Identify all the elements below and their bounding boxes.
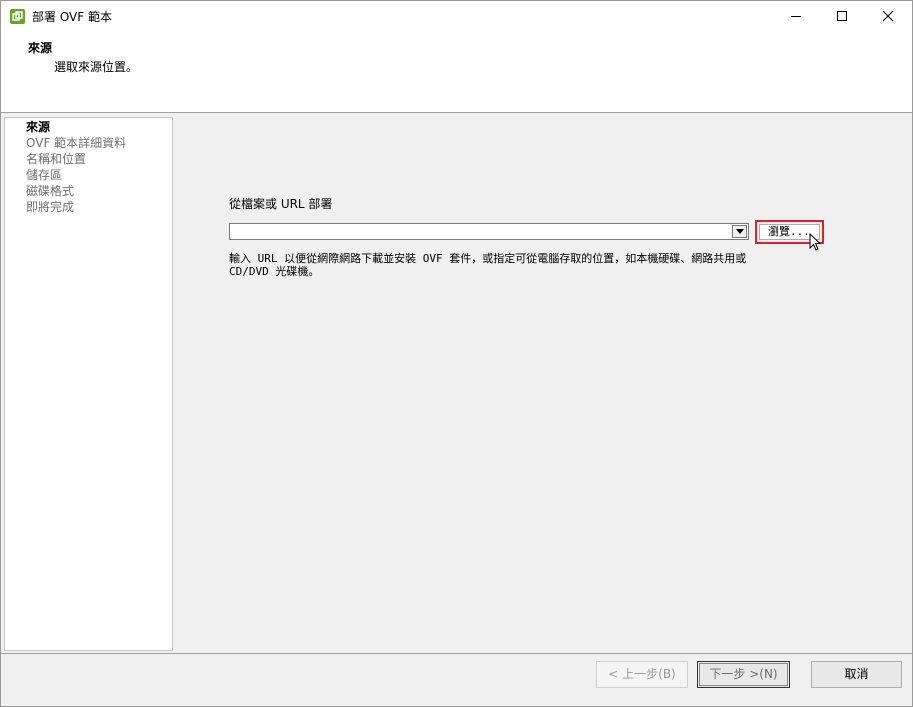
minimize-icon (791, 16, 801, 17)
combo-dropdown-button[interactable] (732, 225, 747, 238)
maximize-button[interactable] (820, 1, 866, 32)
deploy-from-label: 從檔案或 URL 部署 (229, 197, 333, 211)
chevron-down-icon (736, 229, 744, 234)
back-button[interactable]: < 上一步(B) (596, 661, 688, 688)
close-button[interactable] (866, 1, 912, 32)
next-button[interactable]: 下一步 >(N) (697, 661, 790, 688)
wizard-content: 來源 OVF 範本詳細資料 名稱和位置 儲存區 磁碟格式 即將完成 從檔案或 U… (1, 113, 912, 653)
window-title: 部署 OVF 範本 (32, 10, 112, 24)
minimize-button[interactable] (774, 1, 820, 32)
mouse-cursor-icon (809, 233, 821, 251)
vsphere-app-icon (10, 9, 25, 24)
step-ready-to-complete[interactable]: 即將完成 (26, 200, 74, 215)
close-icon (883, 11, 894, 22)
page-title: 來源 (28, 41, 53, 55)
step-ovf-details[interactable]: OVF 範本詳細資料 (26, 136, 126, 151)
step-storage[interactable]: 儲存區 (26, 168, 62, 183)
help-text: 輸入 URL 以便從網際網路下載並安裝 OVF 套件，或指定可從電腦存取的位置，… (229, 252, 747, 278)
title-bar: 部署 OVF 範本 (1, 1, 912, 32)
wizard-footer: < 上一步(B) 下一步 >(N) 取消 (1, 654, 912, 706)
wizard-header: 來源 選取來源位置。 (1, 32, 912, 112)
step-nav-panel: 來源 OVF 範本詳細資料 名稱和位置 儲存區 磁碟格式 即將完成 (4, 117, 173, 651)
cancel-button[interactable]: 取消 (811, 661, 902, 688)
url-combobox[interactable] (229, 223, 749, 240)
url-input[interactable] (230, 224, 730, 239)
maximize-icon (837, 11, 847, 21)
step-source[interactable]: 來源 (26, 120, 50, 135)
page-subtitle: 選取來源位置。 (54, 60, 139, 74)
step-name-location[interactable]: 名稱和位置 (26, 152, 86, 167)
step-disk-format[interactable]: 磁碟格式 (26, 184, 74, 199)
deploy-ovf-window: 部署 OVF 範本 來源 選取來源位置。 來源 OVF 範本詳細資料 名稱和位置… (0, 0, 913, 707)
